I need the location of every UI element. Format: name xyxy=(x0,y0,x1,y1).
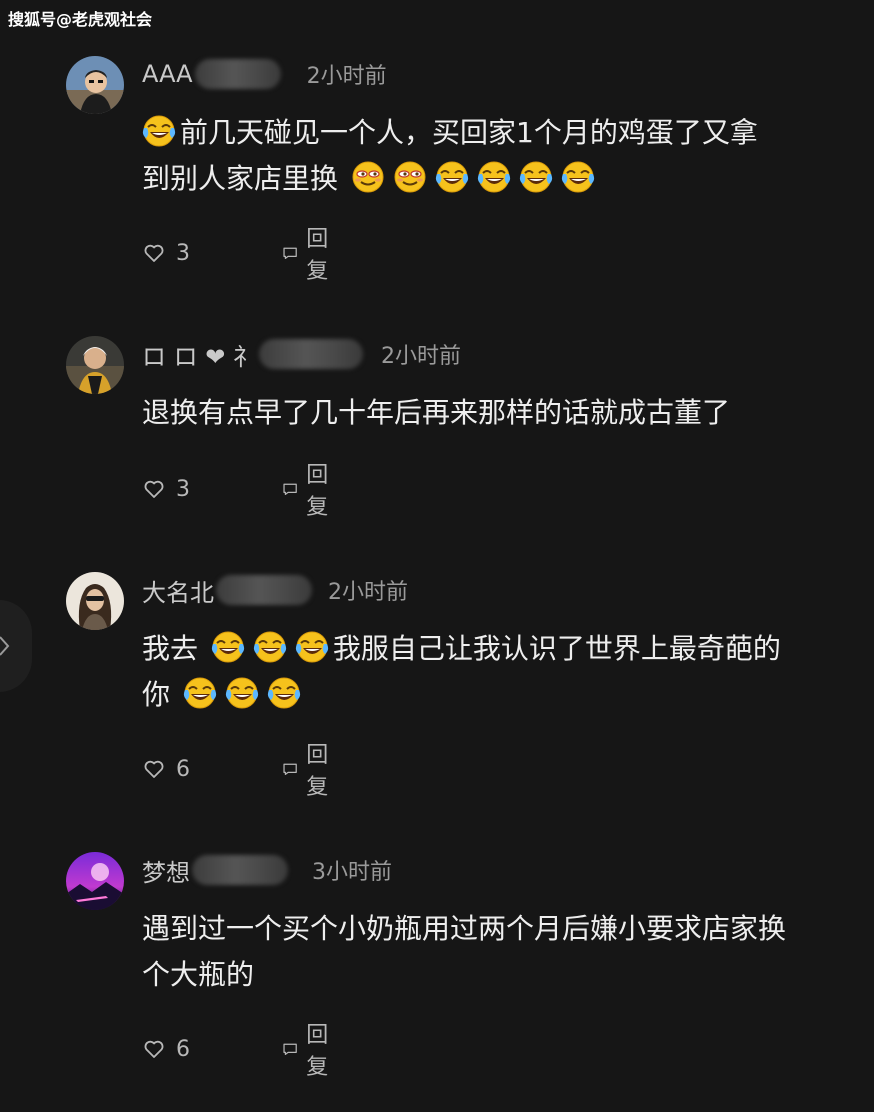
comment-bubble-icon xyxy=(282,477,298,501)
smirk-emoji-icon xyxy=(351,160,385,194)
like-count: 6 xyxy=(176,1036,190,1062)
laugh-cry-emoji-icon xyxy=(519,160,553,194)
heart-icon xyxy=(142,477,166,501)
comment-text: 我去 我服自己让我认识了世界上最奇葩的 你 xyxy=(142,626,822,718)
side-expand-tab[interactable] xyxy=(0,600,32,692)
avatar[interactable] xyxy=(66,852,124,910)
laugh-cry-emoji-icon xyxy=(477,160,511,194)
like-button[interactable]: 6 xyxy=(142,1037,190,1062)
reply-label: 回复 xyxy=(306,743,329,800)
username[interactable]: 梦想 xyxy=(142,853,190,888)
like-button[interactable]: 6 xyxy=(142,757,190,782)
reply-label: 回复 xyxy=(306,463,329,520)
comment-actions: 6 回复 xyxy=(142,743,328,800)
timestamp: 2小时前 xyxy=(306,64,387,89)
user-avatar-man-icon xyxy=(66,56,124,114)
smirk-emoji-icon xyxy=(393,160,427,194)
laugh-cry-emoji-icon xyxy=(183,676,217,710)
laugh-cry-emoji-icon xyxy=(253,630,287,664)
username[interactable]: AAA xyxy=(142,60,193,88)
timestamp: 2小时前 xyxy=(381,344,461,369)
comment-text-part: 我去 xyxy=(142,632,199,665)
timestamp: 3小时前 xyxy=(312,860,392,885)
avatar[interactable] xyxy=(66,336,124,394)
heart-icon xyxy=(142,757,166,781)
comment-actions: 3 回复 xyxy=(142,227,328,284)
user-avatar-woman-icon xyxy=(66,572,124,630)
blurred-name xyxy=(216,575,312,605)
comment-meta: ロ ロ ❤ 礻 2小时前 xyxy=(142,336,461,372)
like-button[interactable]: 3 xyxy=(142,477,190,502)
reply-button[interactable]: 回复 xyxy=(282,457,336,521)
comment-text-part: 前几天碰见一个人，买回家1个月的鸡蛋了又拿 xyxy=(180,116,758,149)
laugh-cry-emoji-icon xyxy=(561,160,595,194)
reply-button[interactable]: 回复 xyxy=(282,221,336,285)
like-button[interactable]: 3 xyxy=(142,241,190,266)
comment-text-part: 到别人家店里换 xyxy=(142,162,339,195)
laugh-cry-emoji-icon xyxy=(295,630,329,664)
comment-bubble-icon xyxy=(282,757,298,781)
comment-meta: AAA 2小时前 xyxy=(142,56,387,92)
reply-label: 回复 xyxy=(306,1023,329,1080)
blurred-name xyxy=(194,59,281,89)
comment-actions: 3 回复 xyxy=(142,463,328,520)
heart-icon xyxy=(142,1037,166,1061)
comment-text-part: 你 xyxy=(142,678,171,711)
blurred-name xyxy=(192,855,288,885)
like-count: 3 xyxy=(176,476,190,502)
avatar[interactable] xyxy=(66,572,124,630)
comment-bubble-icon xyxy=(282,1037,298,1061)
watermark: 搜狐号@老虎观社会 xyxy=(8,10,153,29)
heart-icon xyxy=(142,241,166,265)
comment-bubble-icon xyxy=(282,241,298,265)
laugh-cry-emoji-icon xyxy=(142,114,176,148)
timestamp: 2小时前 xyxy=(328,580,408,605)
comment-meta: 大名北 2小时前 xyxy=(142,572,408,608)
laugh-cry-emoji-icon xyxy=(267,676,301,710)
laugh-cry-emoji-icon xyxy=(211,630,245,664)
user-avatar-child-icon xyxy=(66,336,124,394)
laugh-cry-emoji-icon xyxy=(225,676,259,710)
like-count: 6 xyxy=(176,756,190,782)
user-avatar-landscape-icon xyxy=(66,852,124,910)
comment-text: 前几天碰见一个人，买回家1个月的鸡蛋了又拿 到别人家店里换 xyxy=(142,110,822,202)
like-count: 3 xyxy=(176,240,190,266)
reply-label: 回复 xyxy=(306,227,329,284)
comment-actions: 6 回复 xyxy=(142,1023,328,1080)
comment-meta: 梦想 3小时前 xyxy=(142,852,392,888)
chevron-right-icon xyxy=(0,636,10,656)
comment-text-part: 我服自己让我认识了世界上最奇葩的 xyxy=(332,632,781,665)
username[interactable]: 大名北 xyxy=(142,573,214,608)
reply-button[interactable]: 回复 xyxy=(282,737,336,801)
blurred-name xyxy=(259,339,363,369)
avatar[interactable] xyxy=(66,56,124,114)
laugh-cry-emoji-icon xyxy=(435,160,469,194)
username[interactable]: ロ ロ ❤ 礻 xyxy=(142,337,257,372)
comment-text: 退换有点早了几十年后再来那样的话就成古董了 xyxy=(142,396,731,429)
reply-button[interactable]: 回复 xyxy=(282,1017,336,1081)
comment-text: 遇到过一个买个小奶瓶用过两个月后嫌小要求店家换个大瓶的 xyxy=(142,912,787,991)
